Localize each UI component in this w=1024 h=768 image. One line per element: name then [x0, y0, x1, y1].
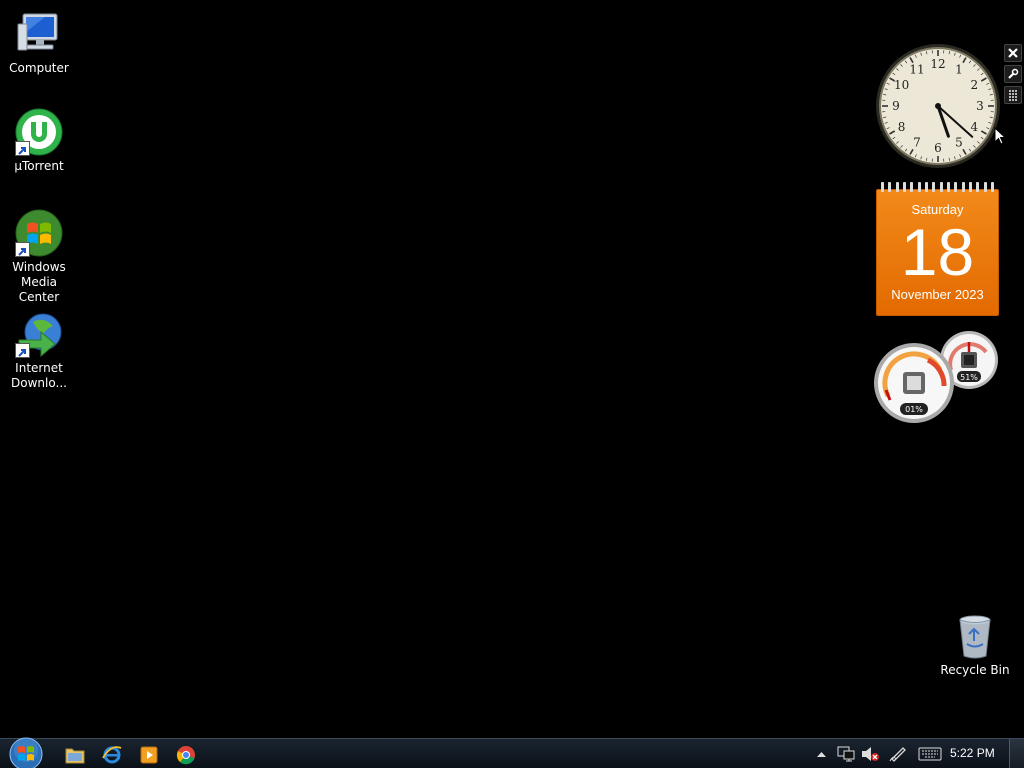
icon-label-windows-media-center: Windows Media Center — [12, 260, 66, 304]
calendar-month-year: November 2023 — [891, 287, 984, 302]
memory-percent-label: 51% — [960, 373, 978, 382]
desktop-icon-utorrent[interactable]: µTorrent — [0, 108, 78, 174]
clock-numeral: 4 — [971, 120, 979, 134]
grip-icon[interactable] — [1004, 86, 1022, 104]
clock-numeral: 3 — [976, 99, 984, 113]
clock-numeral: 2 — [971, 78, 979, 92]
shortcut-arrow-icon — [15, 141, 30, 156]
folder-icon — [65, 748, 85, 764]
calendar-page: Saturday 18 November 2023 — [876, 189, 999, 316]
pen-input-status[interactable] — [888, 745, 908, 763]
internet-download-manager-icon — [15, 310, 63, 358]
network-status[interactable] — [836, 745, 856, 763]
calendar-day: 18 — [900, 215, 975, 289]
taskbar-media-player[interactable] — [131, 742, 167, 768]
utorrent-icon — [15, 108, 63, 156]
clock-numeral: 5 — [955, 135, 963, 149]
touch-keyboard-button[interactable] — [917, 745, 943, 763]
clock-gadget[interactable]: 12 1 2 3 4 5 6 7 8 9 10 11 — [875, 43, 1001, 169]
clock-numeral: 12 — [930, 57, 945, 71]
desktop-icon-recycle-bin[interactable]: Recycle Bin — [936, 612, 1014, 678]
desktop-icon-internet-download-manager[interactable]: Internet Downlo... — [0, 310, 78, 391]
cpu-meter-gadget[interactable]: 51% 01% — [874, 330, 1000, 424]
icon-label-recycle-bin: Recycle Bin — [940, 663, 1010, 677]
media-player-icon — [140, 746, 158, 764]
icon-label-internet-download-manager: Internet Downlo... — [11, 361, 67, 390]
shortcut-arrow-icon — [15, 242, 30, 257]
start-button[interactable] — [7, 736, 45, 768]
clock-numeral: 1 — [955, 63, 963, 77]
volume-muted-icon — [862, 747, 879, 761]
clock-numeral: 10 — [894, 78, 909, 92]
taskbar-clock[interactable]: 5:22 PM — [950, 746, 995, 760]
network-icon — [837, 746, 855, 762]
chrome-icon — [176, 746, 195, 765]
volume-status[interactable] — [860, 745, 880, 763]
taskbar-internet-explorer[interactable] — [94, 742, 130, 768]
cpu-percent-label: 01% — [905, 405, 923, 414]
taskbar: 5:22 PM — [0, 736, 1024, 768]
wrench-icon[interactable] — [1004, 65, 1022, 83]
internet-explorer-icon — [102, 746, 122, 764]
icon-label-computer: Computer — [9, 61, 69, 75]
clock-numeral: 7 — [913, 135, 921, 149]
clock-numeral: 9 — [892, 99, 900, 113]
clock-numeral: 8 — [898, 120, 906, 134]
shortcut-arrow-icon — [15, 343, 30, 358]
desktop-icon-computer[interactable]: Computer — [0, 10, 78, 76]
keyboard-icon — [918, 747, 942, 761]
taskbar-file-explorer[interactable] — [57, 742, 93, 768]
calendar-rings — [876, 182, 999, 192]
show-desktop-button[interactable] — [1009, 739, 1024, 768]
computer-icon — [15, 10, 63, 58]
windows-media-center-icon — [15, 209, 63, 257]
desktop-icon-windows-media-center[interactable]: Windows Media Center — [0, 209, 78, 305]
clock-numeral: 6 — [934, 141, 942, 155]
gadget-toolbar — [1004, 44, 1022, 107]
calendar-gadget[interactable]: Saturday 18 November 2023 — [876, 182, 999, 316]
show-hidden-icons-button[interactable] — [815, 745, 827, 763]
icon-label-utorrent: µTorrent — [14, 159, 64, 173]
mouse-cursor-icon — [994, 126, 1007, 149]
close-icon[interactable] — [1004, 44, 1022, 62]
taskbar-chrome[interactable] — [168, 742, 204, 768]
pen-icon — [889, 747, 906, 762]
chevron-up-icon — [816, 752, 826, 757]
recycle-bin-icon — [951, 612, 999, 660]
clock-numeral: 11 — [909, 63, 924, 77]
